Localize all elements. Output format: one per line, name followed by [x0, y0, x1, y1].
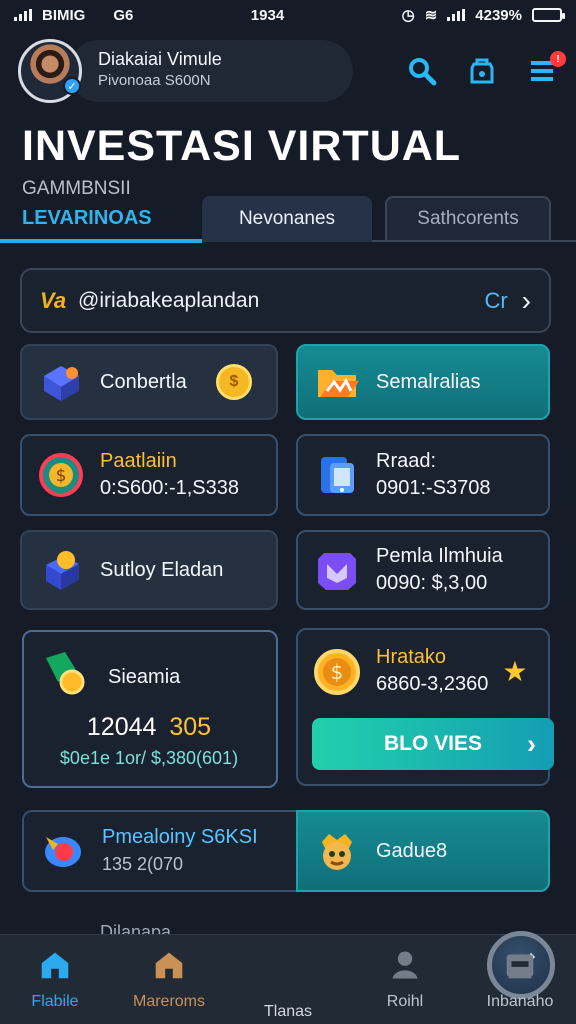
wallet-icon — [470, 58, 494, 84]
card-value: 6860-3,2360 — [376, 673, 489, 695]
action-button[interactable]: BLO VIES › — [312, 718, 554, 770]
card-hratako[interactable]: $ Hratako 6860-3,2360 ★ BLO VIES › — [296, 628, 554, 786]
home-icon — [35, 945, 75, 985]
cube-icon — [36, 357, 86, 407]
star-icon: ★ — [502, 656, 528, 687]
shield-icon — [312, 545, 362, 595]
avatar[interactable]: ✓ — [18, 39, 82, 103]
stacked-coins-icon — [36, 545, 86, 595]
nav-transfer[interactable]: Tlanas — [233, 931, 555, 1021]
section-label: LEVARINOAS — [22, 207, 152, 229]
tab-sathcorents[interactable]: Sathcorents — [385, 196, 551, 242]
card-label: Rraad: — [376, 449, 437, 472]
profile-icon — [385, 945, 425, 985]
nav-label: Inbanaho — [486, 993, 554, 1010]
verified-icon: ✓ — [63, 77, 81, 95]
signal-icon — [14, 9, 32, 21]
chevron-right-icon: › — [527, 728, 536, 759]
carrier-label: BIMIG — [42, 6, 86, 24]
card-label: Pemla Ilmhuia — [376, 544, 503, 567]
coin-cycle-icon: $ — [36, 450, 86, 500]
logo-mark: Va — [40, 287, 67, 313]
inbox-icon — [500, 945, 540, 985]
search-icon — [409, 58, 437, 86]
menu-button[interactable]: ! — [526, 51, 566, 87]
search-text: @iriabakeaplandan — [78, 288, 260, 312]
card-pemla-ilmhuia[interactable]: Pemla Ilmhuia 0090: $,3,00 — [296, 530, 550, 610]
card-label: Sieamia — [108, 665, 181, 688]
active-tab-indicator — [0, 239, 202, 243]
nav-market[interactable]: Mareroms — [114, 945, 224, 1011]
primary-value: 12044 — [86, 713, 157, 741]
card-label: Paatlaiin — [100, 449, 177, 472]
card-paatlaiin[interactable]: $ Paatlaiin 0:S600:-1,S338 — [20, 434, 278, 516]
accent-value: 305 — [169, 713, 212, 741]
bottom-navigation: Flabile Mareroms Tlanas Roihl Inbanaho — [0, 931, 576, 1024]
search-tail: Cr › — [484, 285, 531, 317]
nav-inbox[interactable]: Inbanaho — [465, 945, 575, 1011]
nav-label: Tlanas — [263, 1003, 313, 1020]
network-label: G6 — [113, 6, 134, 24]
alarm-icon: ◷ — [401, 7, 415, 24]
gem-coin-icon — [38, 648, 88, 698]
profile-name: Diakaiai Vimule — [98, 49, 222, 69]
card-semalralias[interactable]: Semalralias — [296, 344, 550, 420]
rocket-coin-icon — [38, 826, 88, 876]
wallet-button[interactable] — [466, 55, 498, 87]
battery-percent: 4239% — [475, 6, 522, 24]
page-title: INVESTASI VIRTUAL — [22, 122, 462, 170]
card-label: Semalralias — [376, 370, 481, 393]
card-rraad[interactable]: Rraad: 0901:-S3708 — [296, 434, 550, 516]
cell-signal-icon — [447, 9, 466, 21]
card-value: 0:S600:-1,S338 — [100, 476, 239, 499]
status-bar: BIMIG G6 1934 ◷ ≋ 4239% — [0, 0, 576, 30]
tab-divider — [372, 240, 576, 242]
card-label: Gadue8 — [376, 839, 448, 862]
battery-icon — [532, 8, 565, 22]
nav-home[interactable]: Flabile — [0, 945, 110, 1011]
header-actions: ! — [406, 51, 566, 87]
card-value: 0090: $,3,00 — [376, 571, 488, 594]
card-gadue[interactable]: Gadue8 — [296, 810, 550, 892]
page-subtitle: GAMMBNSII — [22, 178, 131, 199]
dollar-coin-icon: $ — [312, 647, 362, 697]
tab-nevonanes[interactable]: Nevonanes — [202, 196, 372, 242]
nav-label: Mareroms — [132, 993, 205, 1010]
search-button[interactable] — [406, 55, 438, 87]
status-time: 1934 — [250, 6, 285, 24]
coin-icon: $ — [216, 364, 252, 400]
card-sieamia[interactable]: Sieamia 12044 305 $0e1e 1or/ $,380(601) — [22, 630, 278, 788]
card-conbertla[interactable]: Conbertla $ — [20, 344, 278, 420]
card-label: Pmealoiny S6KSI — [102, 825, 258, 848]
card-sutloy-eladan[interactable]: Sutloy Eladan — [20, 530, 278, 610]
card-value: 0901:-S3708 — [376, 476, 491, 499]
wifi-icon: ≋ — [424, 7, 438, 24]
profile-header: ✓ Diakaiai Vimule Pivonoaa S600N ! — [0, 30, 576, 112]
folder-icon — [312, 357, 362, 407]
card-label: Sutloy Eladan — [100, 558, 224, 581]
card-value: 135 2(070 — [102, 853, 184, 874]
profile-summary[interactable]: Diakaiai Vimule Pivonoaa S600N — [68, 40, 353, 102]
chevron-right-icon: › — [521, 284, 531, 316]
crown-face-icon — [312, 826, 362, 876]
status-left: BIMIG G6 — [14, 7, 133, 24]
status-right: ◷ ≋ 4239% — [401, 6, 565, 24]
svg-text:$: $ — [56, 466, 67, 486]
investment-search-row[interactable]: Va @iriabakeaplandan Cr › — [20, 268, 551, 333]
search-right-label: Cr — [484, 287, 508, 313]
nav-profile[interactable]: Roihl — [350, 945, 460, 1011]
notification-badge: ! — [550, 51, 566, 67]
nav-label: Roihl — [386, 993, 424, 1010]
card-label: Conbertla — [100, 370, 187, 393]
action-button-label: BLO VIES — [383, 732, 483, 755]
card-label: Hratako — [376, 646, 447, 668]
card-note: $0e1e 1or/ $,380(601) — [59, 748, 239, 768]
profile-subtitle: Pivonoaa S600N — [98, 72, 211, 89]
nav-label: Flabile — [31, 993, 79, 1010]
phone-stack-icon — [312, 450, 362, 500]
svg-text:$: $ — [331, 660, 344, 684]
market-home-icon — [149, 945, 189, 985]
